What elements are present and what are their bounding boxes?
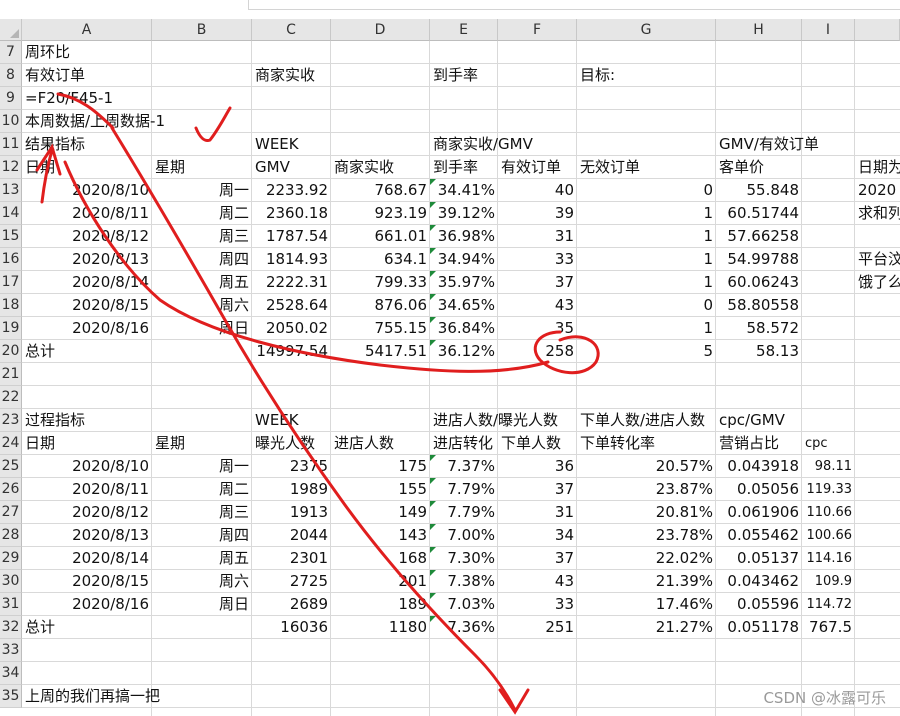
red-ink-annotations [35,92,600,715]
watermark: CSDN @冰露可乐 [763,689,886,707]
